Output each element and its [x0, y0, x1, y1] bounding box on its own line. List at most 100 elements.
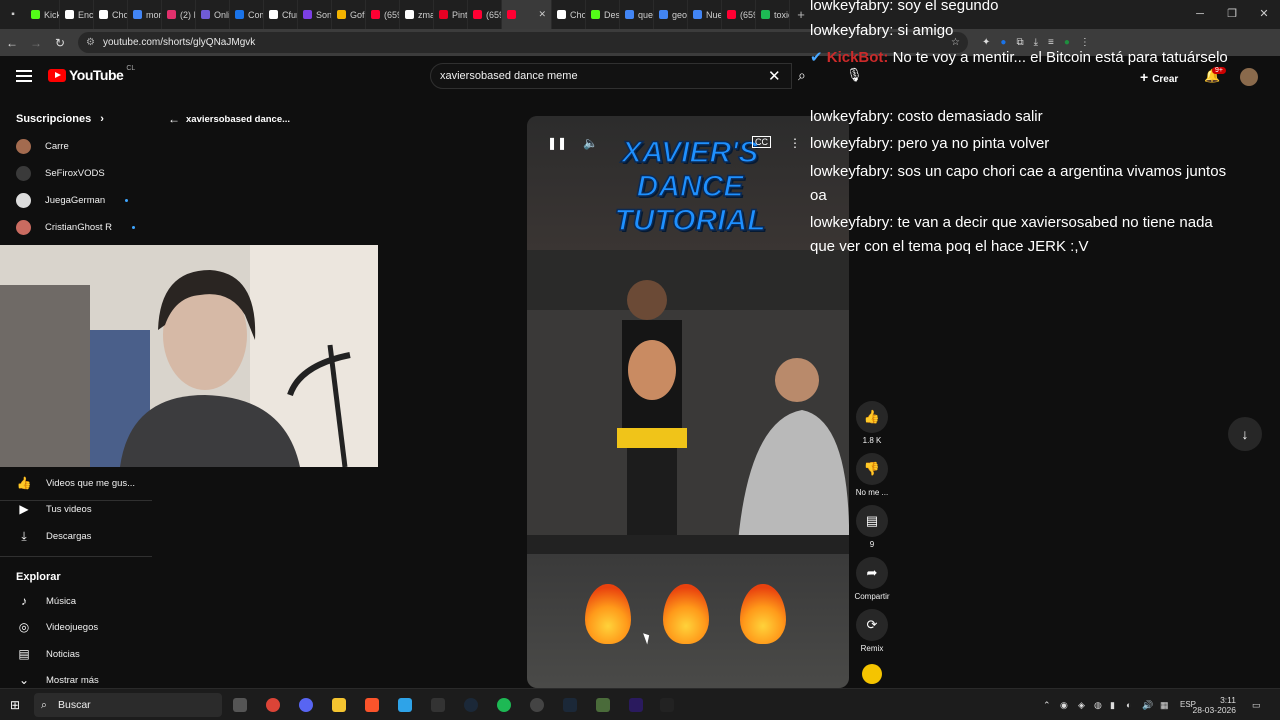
tray-icon[interactable]: ▮	[1110, 700, 1115, 711]
browser-tab[interactable]: (659	[366, 0, 400, 29]
tab-label: Encu	[78, 9, 94, 20]
epic-games-icon[interactable]	[660, 698, 674, 712]
sidebar-subscription[interactable]: CristianGhost R	[16, 217, 136, 237]
taskbar-search[interactable]: ⌕ Buscar	[34, 693, 222, 717]
more-options-icon[interactable]: ⋮	[789, 136, 801, 150]
sidebar-item-music[interactable]: ♪ Música	[16, 591, 76, 611]
steam-icon[interactable]	[563, 698, 577, 712]
browser-tab[interactable]: (2) In	[162, 0, 196, 29]
chevron-up-icon[interactable]: ⌃	[1043, 700, 1051, 711]
tab-favicon-icon	[761, 10, 770, 19]
sidebar-item-gaming[interactable]: ◎ Videojuegos	[16, 617, 98, 637]
browser-tab[interactable]: zmat	[400, 0, 434, 29]
tab-favicon-icon	[99, 10, 108, 19]
comments-button[interactable]: ▤ 9	[856, 505, 888, 549]
browser-tab[interactable]: Desc	[586, 0, 620, 29]
sidebar-item-downloads[interactable]: ⤓ Descargas	[16, 526, 91, 546]
sidebar-item-news[interactable]: ▤ Noticias	[16, 644, 79, 664]
shorts-player[interactable]: XAVIER'S DANCE TUTORIAL ❚❚ 🔈 CC ⋮	[527, 116, 849, 688]
search-input[interactable]: xaviersobased dance meme	[430, 63, 792, 89]
browser-tab[interactable]: KickB	[26, 0, 60, 29]
browser-tab[interactable]: Pinte	[434, 0, 468, 29]
tab-list-icon[interactable]: ▪	[0, 9, 26, 20]
sidebar-subscription[interactable]: Carre	[16, 136, 69, 156]
new-tab-button[interactable]: +	[790, 7, 812, 22]
tray-icon[interactable]: ◍	[1094, 700, 1102, 711]
browser-tab[interactable]: Encu	[60, 0, 94, 29]
tab-label: Onlin	[214, 9, 230, 20]
youtube-logo[interactable]: YouTube CL	[48, 65, 135, 83]
sidebar-item-your-videos[interactable]: ▶ Tus videos	[16, 499, 91, 519]
obs-icon[interactable]	[530, 698, 544, 712]
browser-tab[interactable]: ✕	[502, 0, 552, 29]
tray-icon[interactable]: ◉	[1060, 700, 1068, 711]
browser-tab[interactable]: toxic	[756, 0, 790, 29]
browser-tab[interactable]: Sons	[298, 0, 332, 29]
steam-icon[interactable]	[464, 698, 478, 712]
clock[interactable]: 3:11 28-03-2026	[1193, 695, 1236, 715]
dislike-button[interactable]: 👎 No me ...	[856, 453, 888, 497]
browser-tab[interactable]: Chor	[94, 0, 128, 29]
tab-label: Cfum	[282, 9, 297, 20]
notifications-icon[interactable]: ▭	[1252, 700, 1261, 711]
browser-tab[interactable]: Com	[230, 0, 264, 29]
pause-icon[interactable]: ❚❚	[547, 136, 567, 150]
search-icon[interactable]: ⌕	[798, 67, 806, 84]
browser-tab[interactable]: que	[620, 0, 654, 29]
browser-tab[interactable]: geofi	[654, 0, 688, 29]
store-icon[interactable]	[398, 698, 412, 712]
tab-favicon-icon	[659, 10, 668, 19]
browser-tab[interactable]: Chor	[552, 0, 586, 29]
next-video-button[interactable]: ↓	[1228, 417, 1262, 451]
browser-tab[interactable]: (659	[722, 0, 756, 29]
app-icon[interactable]	[596, 698, 610, 712]
subscription-name: SeFiroxVODS	[45, 167, 105, 179]
forward-icon[interactable]: →	[24, 36, 48, 50]
sidebar-item-show-more[interactable]: ⌄ Mostrar más	[16, 670, 99, 690]
chrome-icon[interactable]	[266, 698, 280, 712]
browser-tab[interactable]: Cfum	[264, 0, 298, 29]
site-info-icon[interactable]: ⚙	[86, 37, 95, 48]
discord-icon[interactable]	[299, 698, 313, 712]
back-icon[interactable]: ←	[0, 36, 24, 50]
remix-button[interactable]: ⟳ Remix	[856, 609, 888, 653]
browser-tab[interactable]: Nuev	[688, 0, 722, 29]
brave-icon[interactable]	[365, 698, 379, 712]
sidebar-item-liked[interactable]: 👍 Videos que me gus...	[16, 473, 136, 493]
subscription-name: CristianGhost R	[45, 221, 113, 233]
sidebar-subscription[interactable]: SeFiroxVODS	[16, 163, 105, 183]
premiere-icon[interactable]	[629, 698, 643, 712]
close-window-icon[interactable]: ✕	[1248, 0, 1280, 29]
share-button[interactable]: ➦ Compartir	[854, 557, 890, 601]
clear-search-icon[interactable]: ✕	[768, 67, 781, 85]
arrow-left-icon: ←	[168, 112, 180, 126]
captions-icon[interactable]: CC	[752, 136, 771, 148]
browser-tab[interactable]: Onlin	[196, 0, 230, 29]
reload-icon[interactable]: ↻	[48, 36, 72, 50]
create-button[interactable]: + Crear	[1140, 69, 1178, 85]
volume-icon[interactable]: 🔈	[583, 136, 598, 150]
sidebar-subscription[interactable]: JuegaGerman	[16, 190, 129, 210]
hamburger-menu-icon[interactable]	[16, 70, 32, 82]
close-tab-icon[interactable]: ✕	[538, 9, 546, 20]
account-avatar[interactable]	[1240, 68, 1258, 86]
windows-start-icon[interactable]: ⊞	[10, 698, 20, 712]
tray-icon[interactable]: ◈	[1078, 700, 1085, 711]
tab-label: Pinte	[452, 9, 468, 20]
task-view-icon[interactable]	[233, 698, 247, 712]
file-explorer-icon[interactable]	[332, 698, 346, 712]
channel-avatar	[16, 219, 31, 235]
browser-tab[interactable]: Gofil	[332, 0, 366, 29]
speaker-icon[interactable]: 🔊	[1142, 700, 1153, 711]
back-to-results[interactable]: ← xaviersobased dance...	[168, 112, 290, 126]
spotify-icon[interactable]	[497, 698, 511, 712]
tray-icon[interactable]: ◐	[1126, 700, 1131, 710]
network-icon[interactable]: ▦	[1160, 700, 1169, 711]
channel-avatar[interactable]	[856, 664, 888, 684]
chat-text: costo demasiado salir	[897, 108, 1043, 125]
subscriptions-heading[interactable]: Suscripciones ›	[16, 113, 104, 125]
browser-tab[interactable]: (659	[468, 0, 502, 29]
app-icon[interactable]	[431, 698, 445, 712]
like-button[interactable]: 👍 1.8 K	[856, 401, 888, 445]
browser-tab[interactable]: moni	[128, 0, 162, 29]
